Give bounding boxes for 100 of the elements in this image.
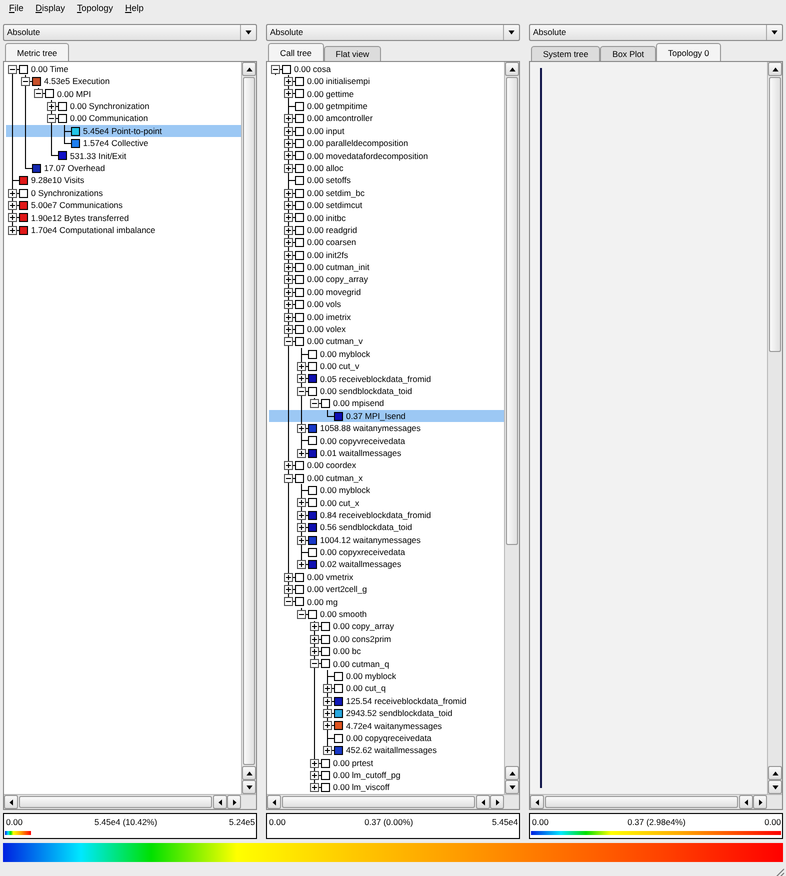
expander-icon[interactable] <box>284 126 293 136</box>
tree-item[interactable]: 0.00 amcontroller <box>269 112 504 125</box>
menu-item[interactable]: Help <box>119 2 150 16</box>
tree-item[interactable]: 0.00 cons2prim <box>269 632 504 646</box>
menu-item[interactable]: File <box>3 2 30 16</box>
scroll-down-button[interactable] <box>768 780 782 794</box>
tab[interactable]: System tree <box>531 46 600 61</box>
expander-icon[interactable] <box>8 213 17 222</box>
expander-icon[interactable] <box>297 498 306 508</box>
tree-item[interactable]: 0.00 mg <box>269 596 504 608</box>
tree-item[interactable]: 0.00 cut_v <box>269 360 504 373</box>
tree-item[interactable]: 0.00 movedatafordecomposition <box>269 150 504 162</box>
expander-icon[interactable] <box>284 585 293 594</box>
expander-icon[interactable] <box>284 275 293 284</box>
expander-icon[interactable] <box>284 461 293 470</box>
menu-item[interactable]: Display <box>30 2 72 16</box>
tree-item[interactable]: 0.00 readgrid <box>269 224 504 236</box>
scrollbar-thumb[interactable] <box>769 77 781 352</box>
tree-item[interactable]: 0.00 vmetrix <box>269 571 504 584</box>
scrollbar-thumb[interactable] <box>545 796 738 808</box>
tree-item[interactable]: 1.70e4 Computational imbalance <box>6 224 241 236</box>
scroll-left-button[interactable] <box>530 795 544 809</box>
tree-item[interactable]: 0.00 vert2cell_g <box>269 583 504 596</box>
expander-icon[interactable] <box>297 610 306 619</box>
scroll-up-button[interactable] <box>242 62 256 76</box>
expander-icon[interactable] <box>323 709 332 718</box>
expander-icon[interactable] <box>297 386 306 396</box>
tree-item[interactable]: 0.00 cutman_q <box>269 658 504 670</box>
expander-icon[interactable] <box>284 188 293 198</box>
tree-item[interactable]: 1.90e12 Bytes transferred <box>6 212 241 224</box>
tree-item[interactable]: 0.00 copy_array <box>269 274 504 286</box>
tree-item[interactable]: 0.00 initialisempi <box>269 75 504 88</box>
tree-item[interactable]: 0.00 coarsen <box>269 236 504 249</box>
tree-item[interactable]: 125.54 receiveblockdata_fromid <box>269 694 504 708</box>
expander-icon[interactable] <box>284 572 293 582</box>
tree-item[interactable]: 0.84 receiveblockdata_fromid <box>269 509 504 522</box>
tree-item[interactable]: 0.00 copy_array <box>269 620 504 633</box>
scroll-up-button[interactable] <box>505 62 519 76</box>
expander-icon[interactable] <box>310 659 319 668</box>
tree-item[interactable]: 0.00 vols <box>269 298 504 311</box>
scroll-right-button[interactable] <box>227 795 241 809</box>
expander-icon[interactable] <box>284 324 293 334</box>
expander-icon[interactable] <box>310 783 319 792</box>
tree-item[interactable]: 17.07 Overhead <box>6 162 241 175</box>
expander-icon[interactable] <box>8 226 17 235</box>
scroll-left-button[interactable] <box>739 795 753 809</box>
scrollbar-thumb[interactable] <box>282 796 475 808</box>
tree-item[interactable]: 0.01 waitallmessages <box>269 447 504 460</box>
expander-icon[interactable] <box>297 374 306 384</box>
tree-item[interactable]: 0.00 initbc <box>269 212 504 224</box>
tree-item[interactable]: 0.00 paralleldecomposition <box>269 137 504 150</box>
expander-icon[interactable] <box>47 114 56 124</box>
expander-icon[interactable] <box>323 696 332 706</box>
scroll-down-button[interactable] <box>505 780 519 794</box>
expander-icon[interactable] <box>284 288 293 297</box>
tree-item[interactable]: 0.00 cutman_init <box>269 261 504 274</box>
scrollbar-thumb[interactable] <box>243 77 255 765</box>
tree-item[interactable]: 0.00 prtest <box>269 756 504 770</box>
tree-item[interactable]: 452.62 waitallmessages <box>269 744 504 757</box>
expander-icon[interactable] <box>284 474 293 483</box>
tree-item[interactable]: 9.28e10 Visits <box>6 174 241 187</box>
tab[interactable]: Topology 0 <box>656 43 722 61</box>
tree-item[interactable]: 0.00 cut_x <box>269 496 504 510</box>
tree-item[interactable]: 0.00 Communication <box>6 112 241 125</box>
tree-item[interactable]: 0.56 sendblockdata_toid <box>269 521 504 534</box>
expander-icon[interactable] <box>297 424 306 434</box>
expander-icon[interactable] <box>310 634 319 644</box>
tree-item[interactable]: 4.53e5 Execution <box>6 75 241 88</box>
tree-item[interactable]: 0.00 myblock <box>269 348 504 360</box>
expander-icon[interactable] <box>8 188 17 198</box>
scroll-left-button[interactable] <box>267 795 281 809</box>
tab[interactable]: Box Plot <box>600 46 656 61</box>
tree-item[interactable]: 0.00 myblock <box>269 670 504 683</box>
tree-item[interactable]: 0.00 gettime <box>269 88 504 100</box>
tree-item[interactable]: 0.00 coordex <box>269 460 504 472</box>
expander-icon[interactable] <box>284 114 293 124</box>
tree-item[interactable]: 0.37 MPI_Isend <box>269 410 504 422</box>
tree-item[interactable]: 0.00 sendblockdata_toid <box>269 385 504 398</box>
tree-item[interactable]: 1.57e4 Collective <box>6 137 241 150</box>
tree-item[interactable]: 0.00 lm_viscoff <box>269 782 504 794</box>
scroll-right-button[interactable] <box>753 795 767 809</box>
scroll-up-button[interactable] <box>242 766 256 780</box>
scroll-down-button[interactable] <box>242 780 256 794</box>
expander-icon[interactable] <box>284 89 293 98</box>
tree-item[interactable]: 0.00 cosa <box>269 63 504 76</box>
expander-icon[interactable] <box>297 536 306 545</box>
tree-item[interactable]: 0.00 setdimcut <box>269 199 504 212</box>
menu-item[interactable]: Topology <box>71 2 120 16</box>
expander-icon[interactable] <box>297 523 306 532</box>
expander-icon[interactable] <box>284 238 293 248</box>
tree-item[interactable]: 0 Synchronizations <box>6 186 241 200</box>
tree-item[interactable]: 0.00 Synchronization <box>6 100 241 113</box>
tree-item[interactable]: 0.00 input <box>269 124 504 138</box>
tree-item[interactable]: 0.05 receiveblockdata_fromid <box>269 372 504 386</box>
mode-dropdown[interactable]: Absolute <box>529 24 783 41</box>
expander-icon[interactable] <box>284 200 293 210</box>
expander-icon[interactable] <box>284 250 293 260</box>
expander-icon[interactable] <box>323 684 332 694</box>
expander-icon[interactable] <box>21 77 30 86</box>
tree-item[interactable]: 0.00 getmpitime <box>269 100 504 113</box>
